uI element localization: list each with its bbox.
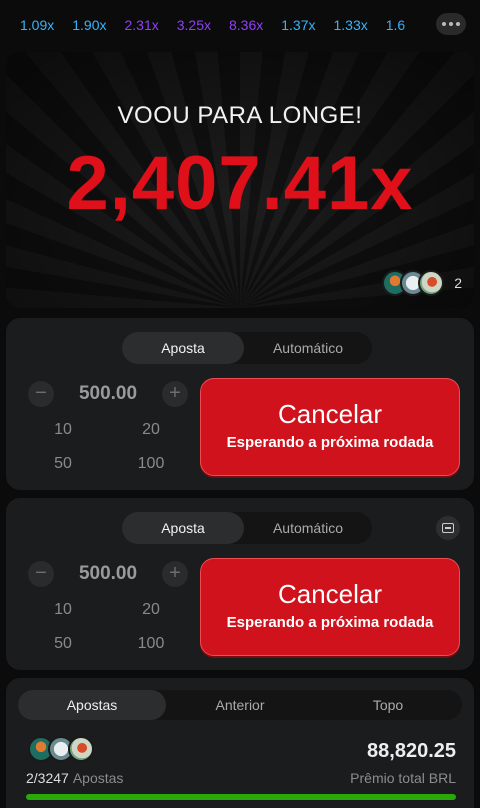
history-multiplier: 1.09x: [20, 17, 55, 33]
history-multiplier: 2.31x: [124, 17, 159, 33]
cancel-sublabel: Esperando a próxima rodada: [226, 614, 434, 631]
history-multiplier: 1.37x: [281, 17, 316, 33]
bets-progress-fill: [26, 794, 456, 800]
bet-amount-box: − 500.00 + 10 20 50 100: [24, 378, 192, 476]
bet-mode-tabs: Aposta Automático: [122, 332, 372, 364]
increase-button[interactable]: +: [162, 561, 188, 587]
quick-amount-button[interactable]: 50: [28, 450, 98, 478]
bets-ratio: 2/3247 Apostas: [26, 770, 123, 786]
bets-count: 2/3247: [26, 770, 69, 786]
quick-amount-button[interactable]: 20: [116, 596, 186, 624]
tab-automatico[interactable]: Automático: [244, 512, 372, 544]
bets-tabs: Apostas Anterior Topo: [18, 690, 462, 720]
total-prize: 88,820.25: [367, 740, 456, 762]
quick-amount-button[interactable]: 100: [116, 630, 186, 658]
history-multiplier: 1.90x: [72, 17, 107, 33]
bettor-avatars: [28, 736, 94, 762]
cancel-label: Cancelar: [277, 579, 383, 609]
collapse-panel-icon[interactable]: [436, 516, 460, 540]
avatar: [68, 736, 94, 762]
bets-count-label: Apostas: [72, 770, 124, 786]
quick-amount-button[interactable]: 100: [116, 450, 186, 478]
history-fade: [400, 0, 440, 50]
online-players[interactable]: 2: [382, 268, 462, 298]
cancel-bet-button[interactable]: Cancelar Esperando a próxima rodada: [200, 378, 460, 476]
quick-amount-button[interactable]: 20: [116, 416, 186, 444]
quick-amount-button[interactable]: 10: [28, 596, 98, 624]
tab-anterior[interactable]: Anterior: [166, 690, 314, 720]
tab-aposta[interactable]: Aposta: [122, 512, 244, 544]
bet-amount-input[interactable]: 500.00: [79, 563, 137, 585]
amount-stepper: − 500.00 +: [28, 378, 188, 410]
avatar: [418, 270, 445, 296]
cancel-label: Cancelar: [277, 399, 383, 429]
bets-list-panel: Apostas Anterior Topo 2/3247 Apostas 88,8…: [6, 678, 474, 808]
amount-stepper: − 500.00 +: [28, 558, 188, 590]
game-canvas: VOOU PARA LONGE! 2,407.41x 2: [6, 52, 474, 308]
cancel-bet-button[interactable]: Cancelar Esperando a próxima rodada: [200, 558, 460, 656]
crash-multiplier: 2,407.41x: [66, 141, 414, 226]
tab-automatico[interactable]: Automático: [244, 332, 372, 364]
increase-button[interactable]: +: [162, 381, 188, 407]
bet-mode-tabs: Aposta Automático: [122, 512, 372, 544]
bet-panel-1: Aposta Automático − 500.00 + 10 20 50 10…: [6, 318, 474, 490]
quick-amount-button[interactable]: 10: [28, 416, 98, 444]
round-status-text: VOOU PARA LONGE!: [117, 102, 363, 129]
history-multiplier: 3.25x: [176, 17, 211, 33]
bet-amount-input[interactable]: 500.00: [79, 383, 137, 405]
ellipsis-icon[interactable]: [436, 13, 466, 35]
bet-amount-box: − 500.00 + 10 20 50 100: [24, 558, 192, 656]
decrease-button[interactable]: −: [28, 561, 54, 587]
tab-apostas[interactable]: Apostas: [18, 690, 166, 720]
history-multiplier: 1.33x: [333, 17, 368, 33]
decrease-button[interactable]: −: [28, 381, 54, 407]
multiplier-history: 1.09x 1.90x 2.31x 3.25x 8.36x 1.37x 1.33…: [0, 0, 480, 50]
history-multiplier: 8.36x: [229, 17, 264, 33]
total-prize-label: Prêmio total BRL: [350, 770, 456, 786]
bet-panel-2: Aposta Automático − 500.00 + 10 20 50 10…: [6, 498, 474, 670]
players-count: 2: [454, 275, 462, 291]
tab-aposta[interactable]: Aposta: [122, 332, 244, 364]
cancel-sublabel: Esperando a próxima rodada: [226, 434, 434, 451]
bets-progress-bar: [26, 794, 456, 800]
tab-topo[interactable]: Topo: [314, 690, 462, 720]
quick-amount-button[interactable]: 50: [28, 630, 98, 658]
